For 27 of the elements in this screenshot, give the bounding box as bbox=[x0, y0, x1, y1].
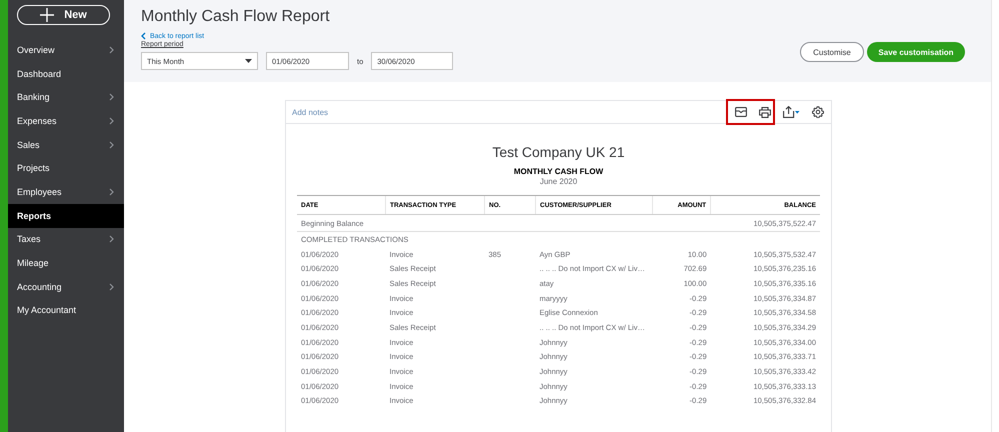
customise-button[interactable]: Customise bbox=[800, 42, 864, 62]
report-period: June 2020 bbox=[538, 177, 578, 186]
export-icon[interactable] bbox=[783, 106, 800, 118]
sidebar-item[interactable]: Reports bbox=[8, 204, 124, 228]
sidebar-item[interactable]: Banking bbox=[8, 85, 124, 110]
page-title: Monthly Cash Flow Report bbox=[141, 8, 331, 26]
sidebar-item[interactable]: Accounting bbox=[8, 274, 124, 299]
sidebar-item[interactable]: Taxes bbox=[8, 228, 124, 252]
settings-icon[interactable] bbox=[812, 106, 824, 118]
plus-icon bbox=[40, 8, 54, 22]
email-icon[interactable] bbox=[735, 107, 747, 117]
highlight-frame bbox=[726, 99, 775, 125]
new-button[interactable]: New bbox=[17, 5, 110, 25]
report-name: MONTHLY CASH FLOW bbox=[512, 167, 604, 176]
sidebar-item[interactable]: Sales bbox=[8, 132, 124, 156]
chevron-left-icon bbox=[141, 32, 146, 40]
sidebar-item[interactable]: Employees bbox=[8, 180, 124, 204]
add-notes-link[interactable]: Add notes bbox=[292, 108, 328, 116]
sidebar-item[interactable]: My Accountant bbox=[8, 298, 124, 322]
print-icon[interactable] bbox=[759, 106, 771, 118]
sidebar-item[interactable]: Expenses bbox=[8, 109, 124, 133]
caret-icon bbox=[245, 59, 252, 63]
company-name: Test Company UK 21 bbox=[491, 144, 626, 160]
sidebar-item[interactable]: Dashboard bbox=[8, 62, 124, 86]
sidebar-item[interactable]: Projects bbox=[8, 156, 124, 180]
sidebar-item[interactable]: Mileage bbox=[8, 251, 124, 275]
sidebar-item[interactable]: Overview bbox=[8, 38, 124, 62]
